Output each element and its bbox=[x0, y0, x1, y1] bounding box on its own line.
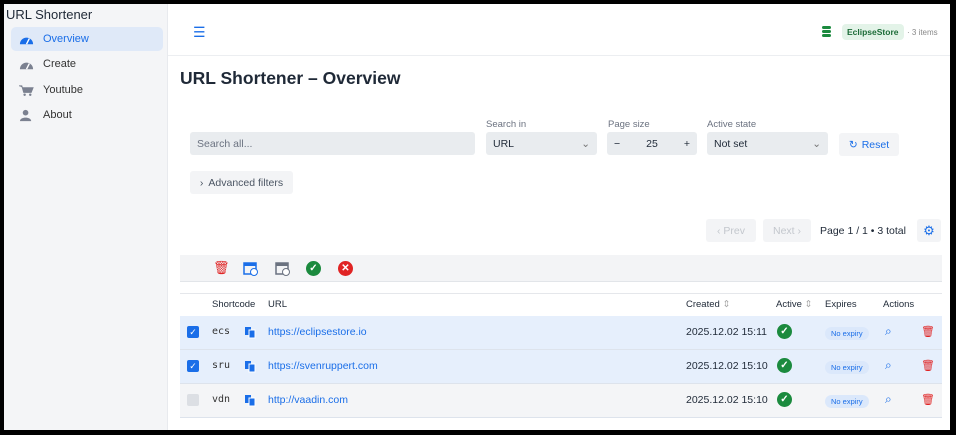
view-details-icon[interactable]: ⌕ bbox=[885, 324, 892, 339]
view-details-icon[interactable]: ⌕ bbox=[885, 392, 892, 407]
shortcode: sru bbox=[212, 360, 231, 371]
app-title: URL Shortener bbox=[6, 7, 93, 22]
settings-gear-icon[interactable]: ⚙ bbox=[917, 219, 941, 242]
sidebar-item-about[interactable]: About bbox=[11, 103, 163, 127]
prev-page-button[interactable]: ‹ Prev bbox=[706, 219, 756, 242]
delete-icon[interactable]: 🗑︎ bbox=[921, 393, 935, 406]
bulk-toolbar: 🗑︎ ✓ ✕ bbox=[180, 255, 942, 282]
page-size-label: Page size bbox=[608, 119, 650, 130]
cart-icon bbox=[19, 84, 34, 96]
bulk-delete-icon[interactable]: 🗑︎ bbox=[213, 260, 230, 276]
sidebar-item-create[interactable]: Create bbox=[11, 52, 163, 76]
advanced-filters-toggle[interactable]: › Advanced filters bbox=[190, 171, 293, 194]
copy-icon[interactable] bbox=[245, 327, 256, 339]
shortcode: vdn bbox=[212, 394, 231, 405]
url-link[interactable]: http://vaadin.com bbox=[268, 394, 348, 406]
calendar-clock-off-icon[interactable] bbox=[275, 261, 290, 276]
database-icon bbox=[822, 26, 831, 37]
delete-icon[interactable]: 🗑︎ bbox=[921, 359, 935, 372]
table-divider bbox=[180, 293, 942, 294]
table-row[interactable]: vdn http://vaadin.com 2025.12.02 15:10 ✓… bbox=[180, 384, 942, 418]
url-link[interactable]: https://svenruppert.com bbox=[268, 360, 378, 372]
col-expires: Expires bbox=[825, 299, 857, 310]
active-state-label: Active state bbox=[707, 119, 757, 130]
item-count: · 3 items bbox=[907, 28, 938, 37]
active-check-icon: ✓ bbox=[777, 324, 792, 339]
table-row[interactable]: ✓ sru https://svenruppert.com 2025.12.02… bbox=[180, 350, 942, 384]
active-check-icon: ✓ bbox=[777, 358, 792, 373]
row-checkbox[interactable]: ✓ bbox=[187, 326, 199, 338]
search-in-value: URL bbox=[493, 137, 515, 150]
delete-icon[interactable]: 🗑︎ bbox=[921, 325, 935, 338]
plus-icon[interactable]: + bbox=[684, 138, 690, 150]
sidebar-item-label: Create bbox=[43, 58, 77, 70]
col-active-label: Active bbox=[776, 299, 802, 310]
shortcode: ecs bbox=[212, 326, 231, 337]
menu-toggle-icon[interactable]: ☰ bbox=[193, 24, 206, 41]
calendar-clock-icon[interactable] bbox=[243, 261, 258, 276]
sidebar-item-overview[interactable]: Overview bbox=[11, 27, 163, 51]
view-details-icon[interactable]: ⌕ bbox=[885, 358, 892, 373]
expiry-badge: No expiry bbox=[825, 361, 869, 374]
app-window: URL Shortener Overview Create Youtube Ab… bbox=[4, 4, 950, 430]
copy-icon[interactable] bbox=[245, 395, 256, 407]
sidebar-item-label: Youtube bbox=[43, 84, 83, 96]
search-input[interactable]: Search all... bbox=[190, 132, 475, 155]
sort-icon[interactable]: ⇕ bbox=[722, 299, 730, 310]
active-check-icon: ✓ bbox=[777, 392, 792, 407]
sidebar: URL Shortener Overview Create Youtube Ab… bbox=[4, 4, 168, 430]
top-bar: ☰ EclipseStore · 3 items bbox=[168, 4, 950, 56]
bulk-activate-icon[interactable]: ✓ bbox=[306, 261, 321, 276]
chevron-down-icon: ⌄ bbox=[581, 137, 590, 150]
col-active[interactable]: Active ⇕ bbox=[776, 299, 812, 310]
copy-icon[interactable] bbox=[245, 361, 256, 373]
created-date: 2025.12.02 15:10 bbox=[686, 360, 768, 372]
page-size-stepper[interactable]: − 25 + bbox=[607, 132, 697, 155]
chevron-right-icon: › bbox=[199, 176, 204, 189]
advanced-filters-label: Advanced filters bbox=[208, 176, 284, 189]
row-checkbox[interactable]: ✓ bbox=[187, 360, 199, 372]
search-in-select[interactable]: URL ⌄ bbox=[486, 132, 597, 155]
page-info: Page 1 / 1 • 3 total bbox=[820, 225, 906, 237]
sidebar-item-label: Overview bbox=[43, 33, 89, 45]
col-url: URL bbox=[268, 299, 288, 310]
active-state-select[interactable]: Not set ⌄ bbox=[707, 132, 828, 155]
reset-label: Reset bbox=[861, 138, 890, 151]
created-date: 2025.12.02 15:10 bbox=[686, 394, 768, 406]
dashboard-icon bbox=[19, 62, 34, 70]
dashboard-icon bbox=[19, 37, 34, 45]
col-shortcode: Shortcode bbox=[212, 299, 256, 310]
expiry-badge: No expiry bbox=[825, 395, 869, 408]
store-badge: EclipseStore bbox=[842, 24, 904, 40]
created-date: 2025.12.02 15:11 bbox=[686, 326, 767, 338]
sort-icon[interactable]: ⇕ bbox=[805, 299, 813, 310]
page-size-value[interactable]: 25 bbox=[646, 138, 658, 150]
url-link[interactable]: https://eclipsestore.io bbox=[268, 326, 367, 338]
col-created-label: Created bbox=[686, 299, 720, 310]
user-icon bbox=[19, 109, 32, 121]
search-in-label: Search in bbox=[486, 119, 527, 130]
reset-button[interactable]: ↻ Reset bbox=[839, 133, 899, 156]
col-created[interactable]: Created ⇕ bbox=[686, 299, 730, 310]
sidebar-item-youtube[interactable]: Youtube bbox=[11, 78, 163, 102]
col-actions: Actions bbox=[883, 299, 915, 310]
bulk-deactivate-icon[interactable]: ✕ bbox=[338, 261, 353, 276]
active-state-value: Not set bbox=[714, 137, 748, 150]
next-page-button[interactable]: Next › bbox=[763, 219, 811, 242]
page-title: URL Shortener – Overview bbox=[180, 68, 401, 88]
minus-icon[interactable]: − bbox=[614, 138, 620, 150]
table-row[interactable]: ✓ ecs https://eclipsestore.io 2025.12.02… bbox=[180, 316, 942, 350]
row-checkbox[interactable] bbox=[187, 394, 199, 406]
sidebar-item-label: About bbox=[43, 109, 72, 121]
expiry-badge: No expiry bbox=[825, 327, 869, 340]
refresh-icon: ↻ bbox=[848, 138, 858, 151]
chevron-down-icon: ⌄ bbox=[812, 137, 821, 150]
